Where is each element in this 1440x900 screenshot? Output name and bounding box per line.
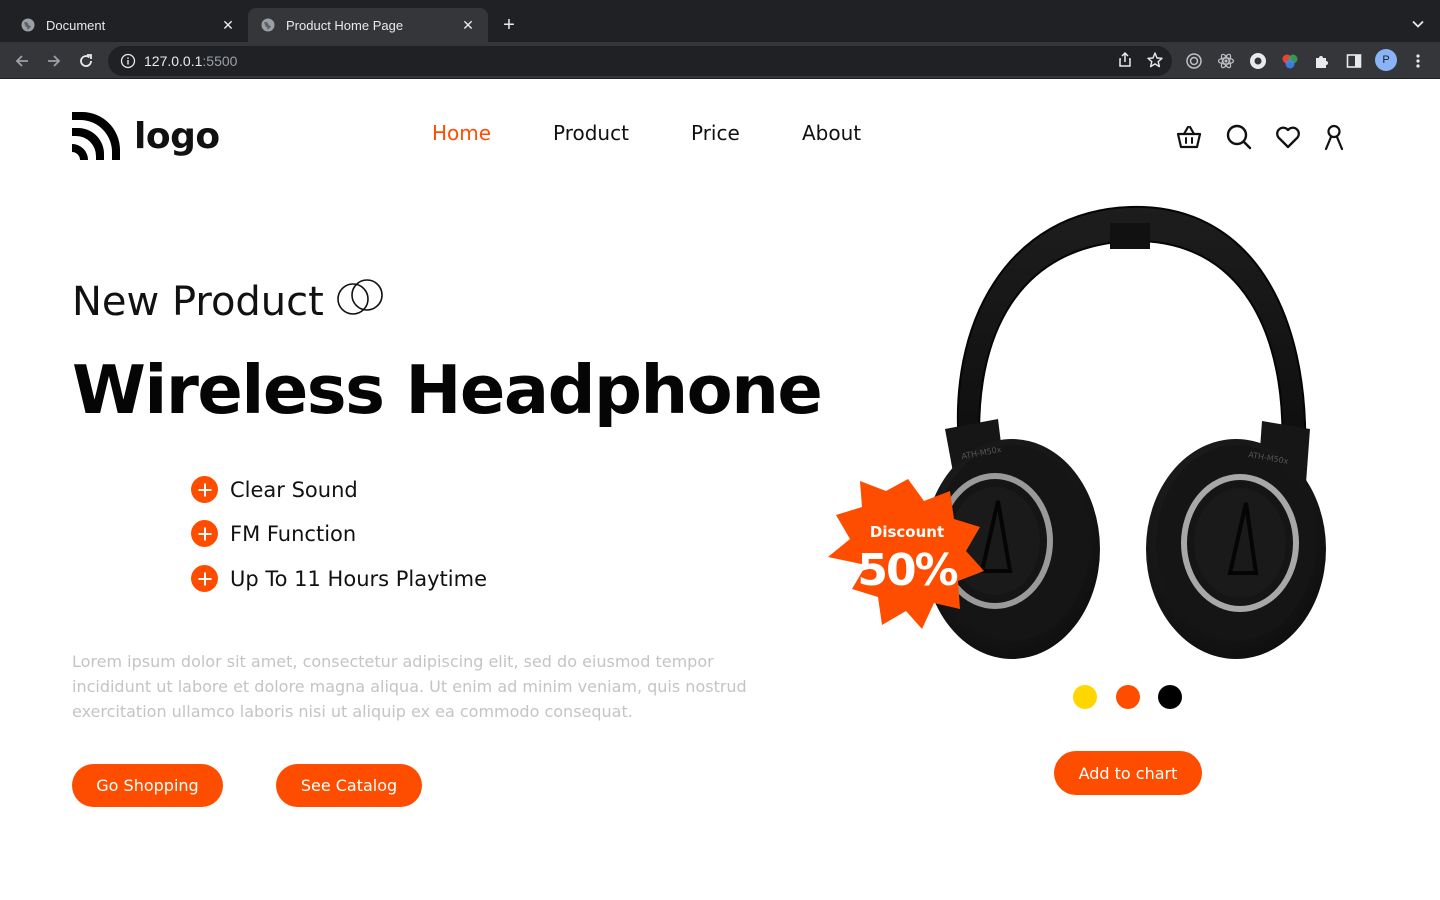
user-icon[interactable] xyxy=(1320,123,1348,151)
feature-label: Clear Sound xyxy=(230,477,358,502)
discount-value: 50% xyxy=(857,545,957,596)
extension-react-icon[interactable] xyxy=(1215,50,1237,72)
close-icon[interactable]: ✕ xyxy=(460,17,476,33)
profile-avatar[interactable]: P xyxy=(1375,49,1397,71)
add-to-cart-button[interactable]: Add to chart xyxy=(1054,751,1202,795)
logo-mark-icon xyxy=(72,112,120,160)
tab-title: Document xyxy=(46,17,106,33)
search-icon[interactable] xyxy=(1225,123,1253,151)
feature-label: Up To 11 Hours Playtime xyxy=(230,566,487,591)
logo-text: logo xyxy=(134,115,220,157)
url-port: :5500 xyxy=(202,53,238,69)
back-arrow-icon[interactable] xyxy=(10,49,34,73)
color-swatch-orange[interactable] xyxy=(1116,685,1140,709)
browser-tab-strip: Document ✕ Product Home Page ✕ + xyxy=(0,0,1440,42)
globe-icon xyxy=(20,17,36,33)
feature-label: FM Function xyxy=(230,521,357,546)
basket-icon[interactable] xyxy=(1175,123,1203,151)
hero-description: Lorem ipsum dolor sit amet, consectetur … xyxy=(72,652,747,721)
info-icon[interactable] xyxy=(120,53,136,69)
list-item: Clear Sound xyxy=(191,476,358,503)
url-host: 127.0.0.1 xyxy=(144,53,203,69)
extension-chrome-icon[interactable] xyxy=(1247,50,1269,72)
see-catalog-button[interactable]: See Catalog xyxy=(276,764,422,807)
extension-target-icon[interactable] xyxy=(1183,50,1205,72)
discount-label: Discount xyxy=(870,523,944,541)
new-tab-button[interactable]: + xyxy=(498,14,520,36)
nav-item-price[interactable]: Price xyxy=(691,121,740,145)
color-swatch-black[interactable] xyxy=(1158,685,1182,709)
url-text: 127.0.0.1:5500 xyxy=(144,53,237,69)
site-logo[interactable]: logo xyxy=(72,112,220,160)
nav-item-product[interactable]: Product xyxy=(553,121,629,145)
extension-color-icon[interactable] xyxy=(1279,50,1301,72)
tab-title: Product Home Page xyxy=(286,17,404,33)
product-home-page: logo Home Product Price About New Produc… xyxy=(0,79,1440,900)
kebab-menu-icon[interactable] xyxy=(1407,50,1429,72)
hero-headline: Wireless Headphone xyxy=(72,351,823,429)
browser-tab-document[interactable]: Document ✕ xyxy=(8,8,248,42)
heart-icon[interactable] xyxy=(1274,123,1302,151)
puzzle-icon[interactable] xyxy=(1311,50,1333,72)
address-bar[interactable]: 127.0.0.1:5500 xyxy=(108,46,1172,76)
reload-icon[interactable] xyxy=(74,49,98,73)
sidepanel-icon[interactable] xyxy=(1343,50,1365,72)
color-swatch-yellow[interactable] xyxy=(1073,685,1097,709)
plus-icon xyxy=(191,565,218,592)
browser-tab-product-home[interactable]: Product Home Page ✕ xyxy=(248,8,488,42)
close-icon[interactable]: ✕ xyxy=(220,17,236,33)
chevron-down-icon[interactable] xyxy=(1408,14,1428,34)
plus-icon xyxy=(191,520,218,547)
list-item: Up To 11 Hours Playtime xyxy=(191,565,487,592)
nav-item-about[interactable]: About xyxy=(802,121,861,145)
share-icon[interactable] xyxy=(1116,51,1134,73)
nav-item-home[interactable]: Home xyxy=(432,121,491,145)
eyebrow-title: New Product xyxy=(72,279,324,325)
star-icon[interactable] xyxy=(1146,51,1164,73)
rings-icon xyxy=(337,279,383,315)
forward-arrow-icon[interactable] xyxy=(42,49,66,73)
product-image: ATH-M50x ATH-M50x Discount 50% xyxy=(828,205,1326,659)
browser-toolbar: 127.0.0.1:5500 xyxy=(0,42,1440,79)
globe-icon xyxy=(260,17,276,33)
list-item: FM Function xyxy=(191,520,356,547)
plus-icon xyxy=(191,476,218,503)
go-shopping-button[interactable]: Go Shopping xyxy=(72,764,223,807)
